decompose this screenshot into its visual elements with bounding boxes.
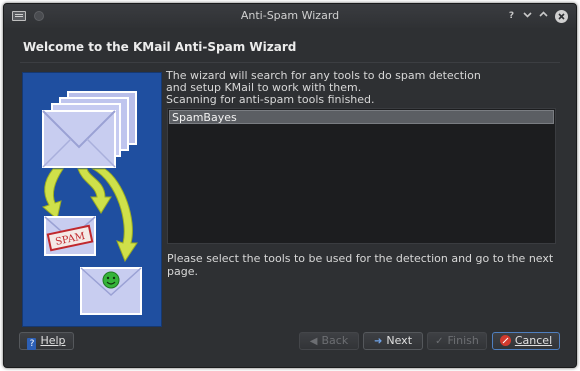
close-icon [558,13,565,20]
context-help-button[interactable]: ? [505,10,518,23]
finish-button[interactable]: ✓ Finish [427,332,487,350]
back-button-label: Back [321,334,349,347]
arrow-left-icon: ◀ [309,336,318,347]
close-window-button[interactable] [555,10,568,23]
spam-filter-illustration: SPAM [42,91,142,315]
wizard-description: The wizard will search for any tools to … [166,70,481,106]
help-button-label: Help [40,334,66,347]
maximize-button[interactable] [537,10,550,23]
cancel-icon [499,335,511,346]
help-button[interactable]: ? Help [19,332,74,350]
scan-status: Scanning for anti-spam tools finished. [166,93,375,106]
arrow-right-icon: ➜ [373,336,383,347]
window-title: Anti-Spam Wizard [240,9,340,22]
checkmark-icon: ✓ [435,336,444,347]
spam-envelope-icon: SPAM [44,216,96,256]
list-item[interactable]: SpamBayes [169,110,554,124]
title-separator [20,62,560,63]
minimize-button[interactable] [521,10,534,23]
anti-spam-tools-list[interactable]: SpamBayes [167,108,556,244]
next-button[interactable]: ➜ Next [363,332,423,350]
cancel-button-label: Cancel [514,334,553,347]
cancel-button[interactable]: Cancel [492,332,560,350]
clean-envelope-icon [80,267,142,315]
help-icon: ? [27,338,37,350]
stacked-envelopes-icon [42,91,137,168]
maximize-icon [539,11,548,17]
wizard-illustration: SPAM [22,72,162,327]
page-title: Welcome to the KMail Anti-Spam Wizard [23,40,297,54]
titlebar: Anti-Spam Wizard ? [4,4,576,28]
instruction-text: Please select the tools to be used for t… [167,252,554,278]
next-button-label: Next [386,334,413,347]
back-button[interactable]: ◀ Back [299,332,359,350]
minimize-icon [523,12,532,18]
finish-button-label: Finish [447,334,479,347]
anti-spam-wizard-window: Anti-Spam Wizard ? Welcome to the KMail … [3,3,577,368]
smiley-icon [102,271,120,289]
